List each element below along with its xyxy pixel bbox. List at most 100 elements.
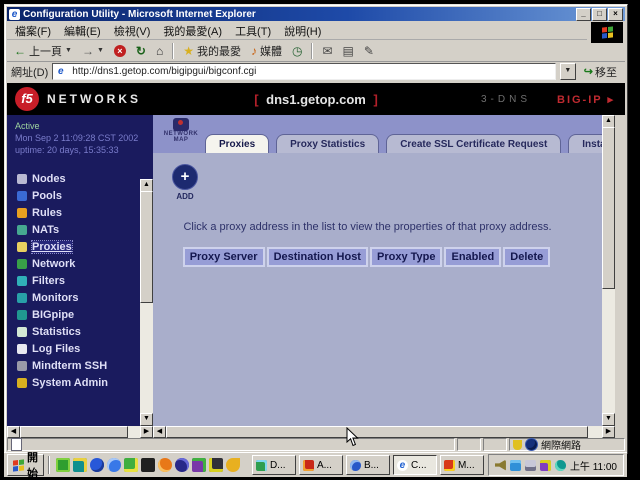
mail-button[interactable]: ✉: [319, 43, 335, 59]
sidebar-item-log-files[interactable]: Log Files: [17, 340, 153, 357]
column-proxy-type[interactable]: Proxy Type: [370, 247, 443, 267]
quick-launch-icon-3[interactable]: [90, 458, 104, 472]
ime-icon[interactable]: [540, 460, 551, 471]
task-button-1[interactable]: D...: [252, 455, 296, 475]
back-dropdown-icon[interactable]: ▼: [65, 47, 72, 54]
status-bar: 網際網路: [7, 438, 625, 451]
quick-launch-icon-6[interactable]: [141, 458, 155, 472]
task-buttons: D... A... B... eC... M...: [252, 455, 484, 475]
favorites-button[interactable]: ★ 我的最愛: [180, 42, 244, 60]
status-datetime: Mon Sep 2 11:09:28 CST 2002: [15, 132, 147, 144]
go-icon: ↪: [584, 65, 593, 78]
sidebar-item-monitors[interactable]: Monitors: [17, 289, 153, 306]
back-button[interactable]: ← 上一頁 ▼: [11, 42, 75, 60]
display-icon[interactable]: [525, 460, 536, 471]
restore-button[interactable]: □: [592, 8, 607, 21]
tab-install-ssl-certificate[interactable]: Install SSL Certif: [568, 134, 602, 153]
scroll-down-icon[interactable]: ▼: [140, 413, 153, 426]
column-delete[interactable]: Delete: [503, 247, 550, 267]
sidebar-item-pools[interactable]: Pools: [17, 187, 153, 204]
mindterm-ssh-icon: [17, 361, 27, 371]
quick-launch-icon-8[interactable]: [175, 458, 189, 472]
column-enabled[interactable]: Enabled: [444, 247, 501, 267]
sidebar-item-nats[interactable]: NATs: [17, 221, 153, 238]
quick-launch-icon-1[interactable]: [56, 458, 70, 472]
menu-favorites[interactable]: 我的最愛(A): [163, 23, 222, 39]
tab-proxy-statistics[interactable]: Proxy Statistics: [276, 134, 379, 153]
quick-launch-icon-5[interactable]: [124, 458, 138, 472]
address-input[interactable]: e http://dns1.getop.com/bigipgui/bigconf…: [52, 63, 556, 80]
sidebar-item-nodes[interactable]: Nodes: [17, 170, 153, 187]
media-label: 媒體: [260, 43, 282, 59]
task-button-2[interactable]: A...: [299, 455, 343, 475]
history-icon: ◷: [292, 44, 302, 58]
forward-button[interactable]: → ▼: [79, 43, 107, 59]
menu-view[interactable]: 檢視(V): [114, 23, 151, 39]
minimize-button[interactable]: _: [576, 8, 591, 21]
sidebar-item-filters[interactable]: Filters: [17, 272, 153, 289]
menu-file[interactable]: 檔案(F): [15, 23, 51, 39]
scroll-right-icon[interactable]: ▶: [140, 426, 153, 438]
sidebar-item-mindterm-ssh[interactable]: Mindterm SSH: [17, 357, 153, 374]
menu-tools[interactable]: 工具(T): [235, 23, 271, 39]
quick-launch-icon-10[interactable]: [209, 458, 223, 472]
menu-help[interactable]: 說明(H): [284, 23, 321, 39]
start-button[interactable]: 開始: [7, 454, 44, 476]
main-vertical-scrollbar[interactable]: ▲ ▼: [602, 115, 615, 426]
quick-launch-icon-4[interactable]: [107, 458, 121, 472]
sidebar-item-bigpipe[interactable]: BIGpipe: [17, 306, 153, 323]
refresh-button[interactable]: ↻: [133, 43, 149, 59]
sidebar-horizontal-scrollbar[interactable]: ◀ ▶: [7, 426, 153, 438]
sidebar-item-proxies[interactable]: Proxies: [17, 238, 153, 255]
quick-launch-icon-7[interactable]: [158, 458, 172, 472]
tabs: Proxies Proxy Statistics Create SSL Cert…: [205, 134, 602, 153]
address-dropdown-button[interactable]: ▼: [560, 63, 576, 80]
security-zone-pane: 網際網路: [509, 438, 625, 451]
scrollbar-thumb[interactable]: [602, 127, 615, 289]
quick-launch-icon-2[interactable]: [73, 458, 87, 472]
status-message-pane: [7, 438, 455, 451]
system-tray: 上午 11:00: [488, 454, 624, 476]
speaker-icon[interactable]: [495, 460, 506, 471]
taskbar-separator: [48, 456, 50, 474]
quick-launch-icon-11[interactable]: [226, 458, 240, 472]
add-proxy-button[interactable]: +: [172, 164, 198, 190]
title-bar[interactable]: e Configuration Utility - Microsoft Inte…: [7, 7, 625, 21]
go-button[interactable]: ↪ 移至: [580, 64, 621, 79]
sidebar-item-rules[interactable]: Rules: [17, 204, 153, 221]
print-button[interactable]: ▤: [340, 43, 357, 59]
close-button[interactable]: ×: [608, 8, 623, 21]
column-destination-host[interactable]: Destination Host: [267, 247, 368, 267]
history-button[interactable]: ◷: [289, 43, 305, 59]
sidebar-item-statistics[interactable]: Statistics: [17, 323, 153, 340]
scroll-left-icon[interactable]: ◀: [153, 426, 166, 438]
stop-button[interactable]: ×: [111, 44, 129, 58]
menu-edit[interactable]: 編輯(E): [64, 23, 101, 39]
sidebar-item-system-admin[interactable]: System Admin: [17, 374, 153, 391]
network-tray-icon[interactable]: [555, 460, 566, 471]
quick-launch-icon-9[interactable]: [192, 458, 206, 472]
tab-create-ssl-certificate-request[interactable]: Create SSL Certificate Request: [386, 134, 561, 153]
home-button[interactable]: ⌂: [153, 43, 166, 59]
scrollbar-thumb[interactable]: [140, 191, 153, 303]
scrollbar-thumb[interactable]: [20, 426, 128, 438]
forward-dropdown-icon[interactable]: ▼: [97, 47, 104, 54]
status-uptime: uptime: 20 days, 15:35:33: [15, 144, 147, 156]
sidebar-vertical-scrollbar[interactable]: ▲ ▼: [140, 179, 153, 426]
task-button-4[interactable]: eC...: [393, 455, 437, 475]
sidebar-item-network[interactable]: Network: [17, 255, 153, 272]
scroll-right-icon[interactable]: ▶: [602, 426, 615, 438]
column-proxy-server[interactable]: Proxy Server: [183, 247, 265, 267]
task-button-3[interactable]: B...: [346, 455, 390, 475]
tab-proxies[interactable]: Proxies: [205, 134, 269, 153]
network-map-widget[interactable]: NETWORK MAP: [161, 118, 201, 143]
task-button-5[interactable]: M...: [440, 455, 484, 475]
zone-label: 網際網路: [541, 437, 581, 452]
edit-button[interactable]: ✎: [361, 43, 377, 59]
scroll-left-icon[interactable]: ◀: [7, 426, 20, 438]
clock[interactable]: 上午 11:00: [570, 458, 617, 473]
scrollbar-thumb[interactable]: [166, 426, 588, 438]
messenger-icon[interactable]: [510, 460, 521, 471]
scroll-down-icon[interactable]: ▼: [602, 413, 615, 426]
media-button[interactable]: ♪ 媒體: [248, 42, 285, 60]
